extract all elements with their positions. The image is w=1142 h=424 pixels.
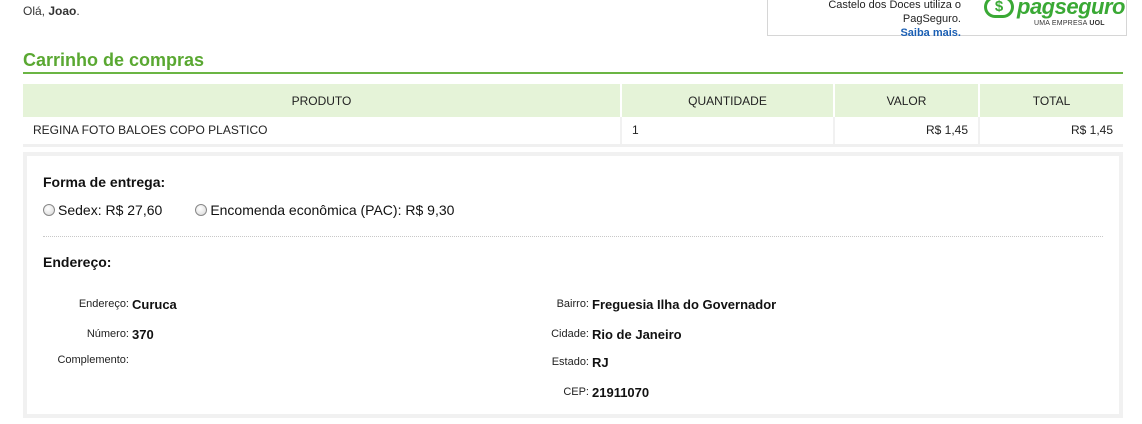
col-total: TOTAL <box>979 84 1123 117</box>
pac-name: Encomenda econômica (PAC): <box>210 202 402 218</box>
pagseguro-logo-word: pagseguro <box>1017 0 1125 19</box>
cep-value: 21911070 <box>592 385 650 400</box>
shipping-label: Forma de entrega: <box>43 174 166 190</box>
cidade-value: Rio de Janeiro <box>592 327 682 342</box>
pagseguro-logo-sub: UMA EMPRESA UOL <box>1034 20 1105 27</box>
section-divider <box>43 236 1103 237</box>
sedex-name: Sedex: <box>58 202 102 218</box>
cell-produto: REGINA FOTO BALOES COPO PLASTICO <box>23 117 622 147</box>
pagseguro-logo-sub-bold: UOL <box>1089 20 1105 27</box>
page-title: Carrinho de compras <box>23 50 205 70</box>
user-name: Joao <box>48 4 77 18</box>
title-divider <box>23 72 1123 74</box>
shipping-options: Sedex: R$ 27,60 Encomenda econômica (PAC… <box>43 202 487 218</box>
col-valor: VALOR <box>834 84 980 117</box>
cell-total: R$ 1,45 <box>979 117 1123 147</box>
complemento-label: Complemento: <box>57 354 129 366</box>
address-label: Endereço: <box>43 254 112 270</box>
pac-option-label[interactable]: Encomenda econômica (PAC): R$ 9,30 <box>210 202 454 218</box>
pagseguro-notice: Castelo dos Doces utiliza o PagSeguro. S… <box>768 0 961 40</box>
estado-label: Estado: <box>551 356 589 368</box>
bairro-label: Bairro: <box>556 298 589 310</box>
cart-header-row: PRODUTO QUANTIDADE VALOR TOTAL <box>23 84 1123 117</box>
sedex-option-label[interactable]: Sedex: R$ 27,60 <box>58 202 162 218</box>
saiba-mais-link[interactable]: Saiba mais. <box>900 27 961 39</box>
numero-label: Número: <box>86 328 129 340</box>
pagseguro-logo-sub-text: UMA EMPRESA <box>1034 20 1088 27</box>
cell-quantidade: 1 <box>621 117 835 147</box>
pac-radio[interactable] <box>195 204 208 216</box>
cell-valor: R$ 1,45 <box>834 117 980 147</box>
sedex-radio[interactable] <box>43 204 55 216</box>
cidade-label: Cidade: <box>551 328 589 340</box>
pagseguro-logo-mark: $ <box>984 0 1014 18</box>
greeting-suffix: . <box>76 4 80 18</box>
pagseguro-notice-text: Castelo dos Doces utiliza o PagSeguro. <box>828 0 961 25</box>
cart-table: PRODUTO QUANTIDADE VALOR TOTAL REGINA FO… <box>23 84 1123 147</box>
pagseguro-logo[interactable]: $ pagseguro UMA EMPRESA UOL <box>982 0 1125 32</box>
pac-price: R$ 9,30 <box>405 202 455 218</box>
pagseguro-banner: Castelo dos Doces utiliza o PagSeguro. S… <box>767 0 1127 39</box>
numero-value: 370 <box>132 327 154 342</box>
sedex-price: R$ 27,60 <box>105 202 163 218</box>
table-row: REGINA FOTO BALOES COPO PLASTICO 1 R$ 1,… <box>23 117 1123 147</box>
endereco-label: Endereço: <box>78 298 129 310</box>
col-produto: PRODUTO <box>23 84 622 117</box>
endereco-value: Curuca <box>132 297 177 312</box>
bairro-value: Freguesia Ilha do Governador <box>592 297 777 312</box>
greeting-prefix: Olá, <box>23 4 46 18</box>
cep-label: CEP: <box>563 386 589 398</box>
estado-value: RJ <box>592 355 609 370</box>
greeting: Olá, Joao. <box>23 4 80 18</box>
checkout-panel: Forma de entrega: Sedex: R$ 27,60 Encome… <box>23 152 1123 418</box>
col-quantidade: QUANTIDADE <box>621 84 835 117</box>
